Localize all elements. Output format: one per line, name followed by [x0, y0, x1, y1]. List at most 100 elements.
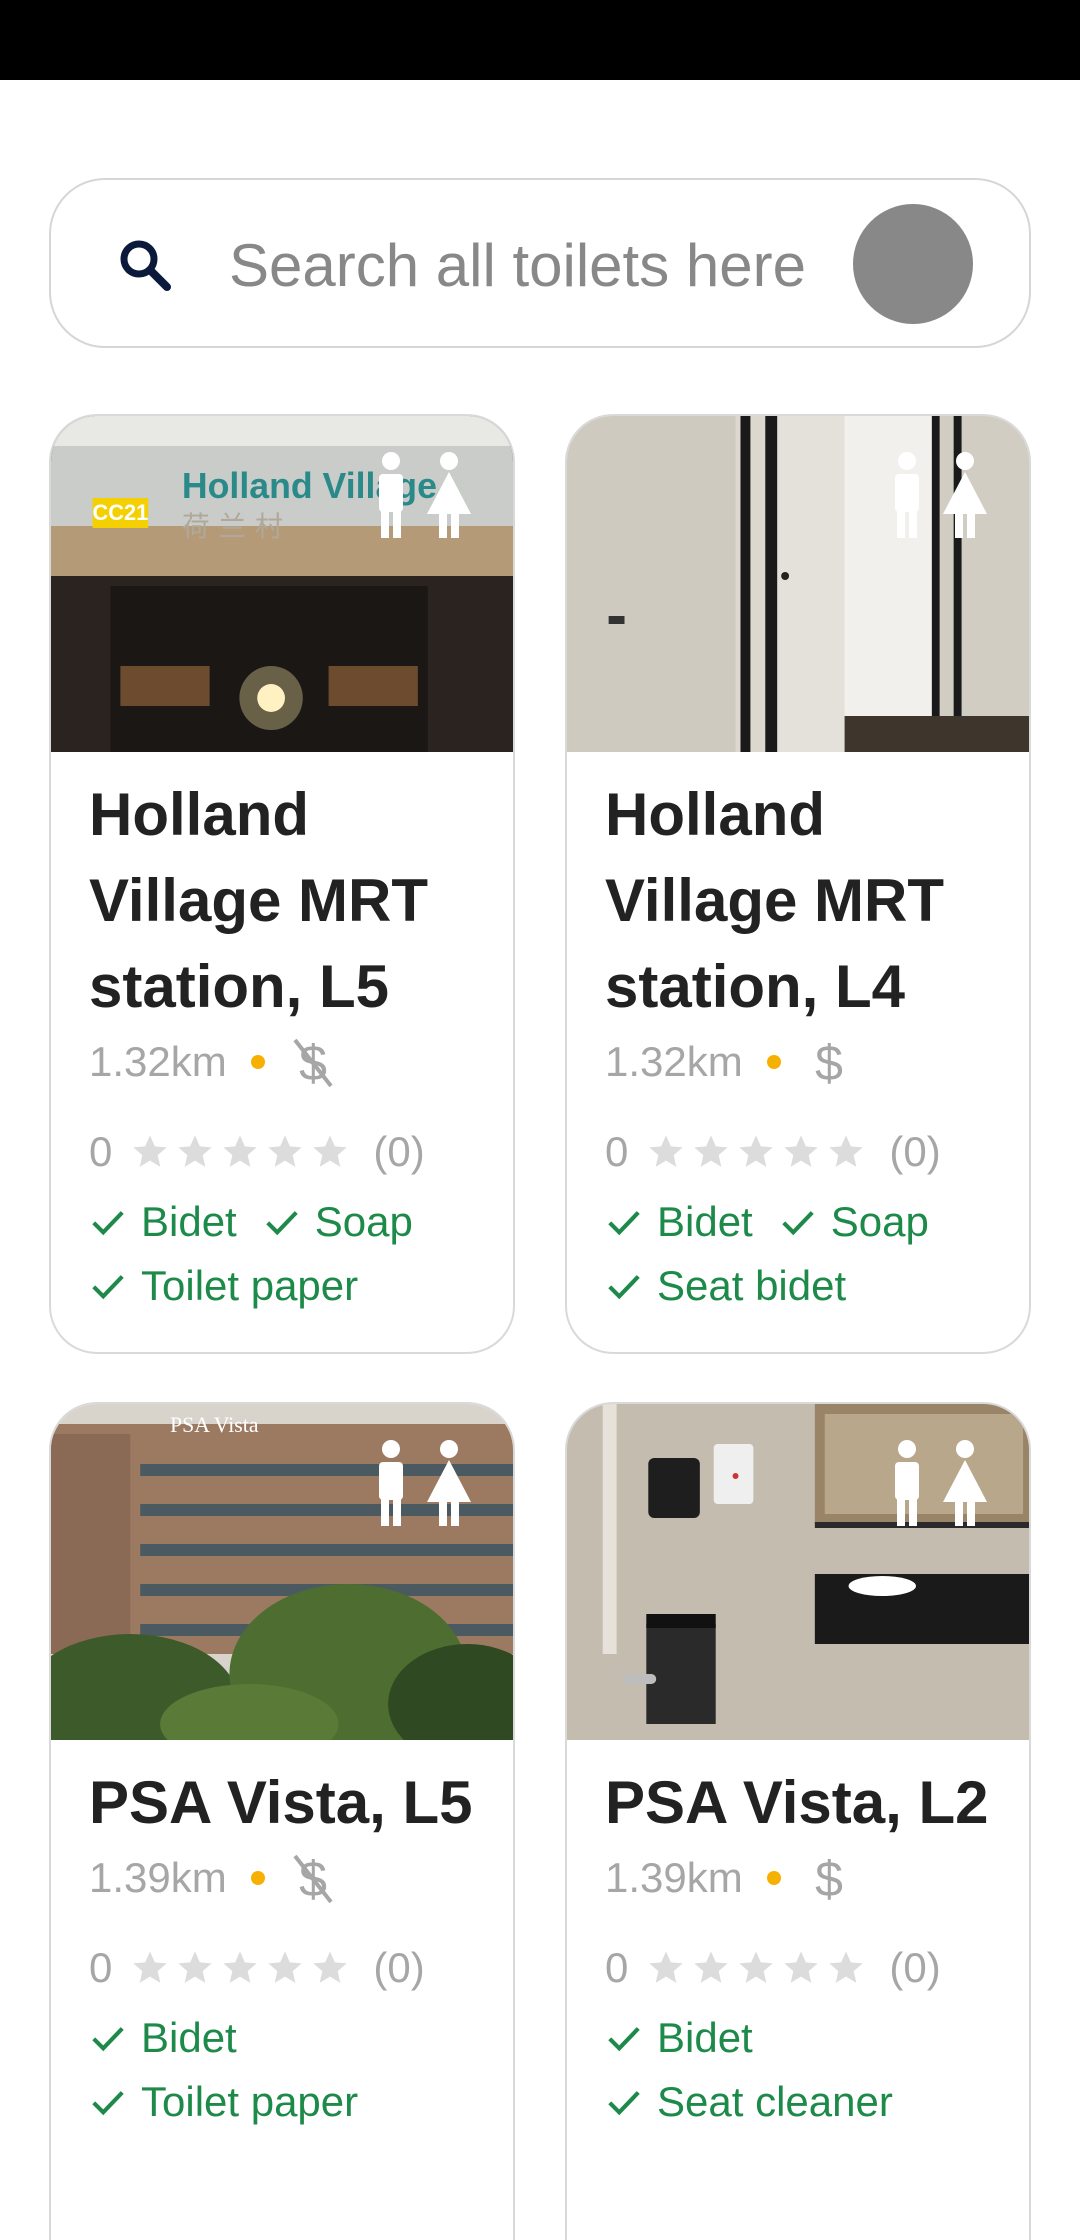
feature-label: Bidet [141, 1198, 237, 1245]
male-female-icon [895, 452, 987, 538]
star-icon [178, 1951, 213, 1983]
star-icon [784, 1135, 819, 1167]
distance: 1.32km [89, 1038, 227, 1085]
separator-dot [250, 1055, 265, 1069]
star-icon [223, 1951, 258, 1983]
star-icon [739, 1135, 774, 1167]
separator-dot [250, 1871, 265, 1885]
rating-count: (0) [889, 1128, 941, 1175]
feature-label: Seat cleaner [657, 2078, 893, 2125]
toilet-name: Holland Village MRT station, L4 [605, 781, 944, 1020]
avatar[interactable] [853, 204, 973, 324]
star-icon [268, 1951, 303, 1983]
check-icon [92, 1211, 124, 1236]
rating-count: (0) [373, 1944, 425, 1991]
distance: 1.39km [605, 1854, 743, 1901]
feature-item: Bidet [89, 1190, 237, 1254]
rating-stars [646, 1948, 871, 1988]
feature-label: Soap [830, 1198, 929, 1245]
toilet-photo: PSA Vista [51, 1404, 513, 1740]
male-female-icon [895, 1440, 987, 1526]
svg-text:$: $ [815, 1851, 843, 1906]
rating-value: 0 [89, 1944, 113, 1991]
star-icon [694, 1135, 729, 1167]
feature-item: Toilet paper [89, 2070, 449, 2134]
feature-list: Bidet Toilet paper [89, 2006, 475, 2134]
toilet-card[interactable]: Holland Village MRT station, L4 1.32km $… [565, 414, 1031, 1354]
feature-item: Soap [263, 1190, 413, 1254]
rating-value: 0 [605, 1128, 629, 1175]
star-icon [268, 1135, 303, 1167]
toilet-photo: CC21 Holland Village 荷 兰 村 [51, 416, 513, 752]
check-icon [608, 1211, 640, 1236]
search-icon[interactable] [115, 235, 175, 295]
toilet-name: Holland Village MRT station, L5 [89, 781, 428, 1020]
feature-label: Bidet [657, 2014, 753, 2061]
building-sign: PSA Vista [170, 1412, 259, 1437]
check-icon [782, 1211, 814, 1236]
star-icon [223, 1135, 258, 1167]
toilet-card[interactable]: PSA Vista PSA Vista, L5 1.39km $ [49, 1402, 515, 2240]
star-icon [133, 1135, 168, 1167]
dollar-icon: $ [815, 1851, 843, 1906]
dollar-icon: $ [815, 1035, 843, 1090]
feature-list: Bidet Soap Seat bidet [605, 1190, 991, 1318]
star-icon [649, 1951, 684, 1983]
feature-item: Seat bidet [605, 1254, 846, 1318]
check-icon [92, 2027, 124, 2052]
toilet-name: PSA Vista, L2 [605, 1769, 989, 1836]
feature-item: Soap [779, 1190, 929, 1254]
feature-item: Bidet [605, 2006, 965, 2070]
star-icon [784, 1951, 819, 1983]
check-icon [92, 2091, 124, 2116]
toilet-name: PSA Vista, L5 [89, 1769, 473, 1836]
feature-item: Bidet [89, 2006, 449, 2070]
distance: 1.32km [605, 1038, 743, 1085]
svg-text:$: $ [815, 1035, 843, 1090]
star-icon [649, 1135, 684, 1167]
male-female-icon [379, 1440, 471, 1526]
rating-stars [646, 1132, 871, 1172]
rating-count: (0) [889, 1944, 941, 1991]
separator-dot [766, 1871, 781, 1885]
check-icon [608, 2027, 640, 2052]
star-icon [694, 1951, 729, 1983]
rating-stars [130, 1948, 355, 1988]
feature-label: Soap [314, 1198, 413, 1245]
check-icon [608, 1275, 640, 1300]
toilet-photo [567, 1404, 1029, 1740]
toilet-card[interactable]: CC21 Holland Village 荷 兰 村 Holland Villa… [49, 414, 515, 1354]
toilet-photo [567, 416, 1029, 752]
feature-label: Bidet [657, 1198, 753, 1245]
feature-label: Toilet paper [141, 2078, 359, 2125]
star-icon [178, 1135, 213, 1167]
toilet-card[interactable]: PSA Vista, L2 1.39km $ 0 (0) Bidet Seat … [565, 1402, 1031, 2240]
feature-list: Bidet Soap Toilet paper [89, 1190, 475, 1318]
feature-item: Bidet [605, 1190, 753, 1254]
feature-list: Bidet Seat cleaner [605, 2006, 991, 2134]
no-dollar-icon: $ [293, 1851, 333, 1906]
star-icon [739, 1951, 774, 1983]
check-icon [92, 1275, 124, 1300]
star-icon [133, 1951, 168, 1983]
feature-label: Seat bidet [657, 1262, 847, 1309]
feature-item: Toilet paper [89, 1254, 358, 1318]
separator-dot [766, 1055, 781, 1069]
male-female-icon [379, 452, 471, 538]
feature-label: Toilet paper [141, 1262, 359, 1309]
rating-stars [130, 1132, 355, 1172]
no-dollar-icon: $ [293, 1035, 333, 1090]
feature-item: Seat cleaner [605, 2070, 965, 2134]
station-code-sign: CC21 [93, 500, 149, 525]
search-input[interactable] [229, 220, 829, 310]
rating-count: (0) [373, 1128, 425, 1175]
search-bar[interactable] [49, 178, 1031, 348]
star-icon [313, 1135, 348, 1167]
check-icon [266, 1211, 298, 1236]
rating-value: 0 [89, 1128, 113, 1175]
feature-label: Bidet [141, 2014, 237, 2061]
star-icon [829, 1951, 864, 1983]
rating-value: 0 [605, 1944, 629, 1991]
check-icon [608, 2091, 640, 2116]
status-bar [0, 0, 1080, 80]
